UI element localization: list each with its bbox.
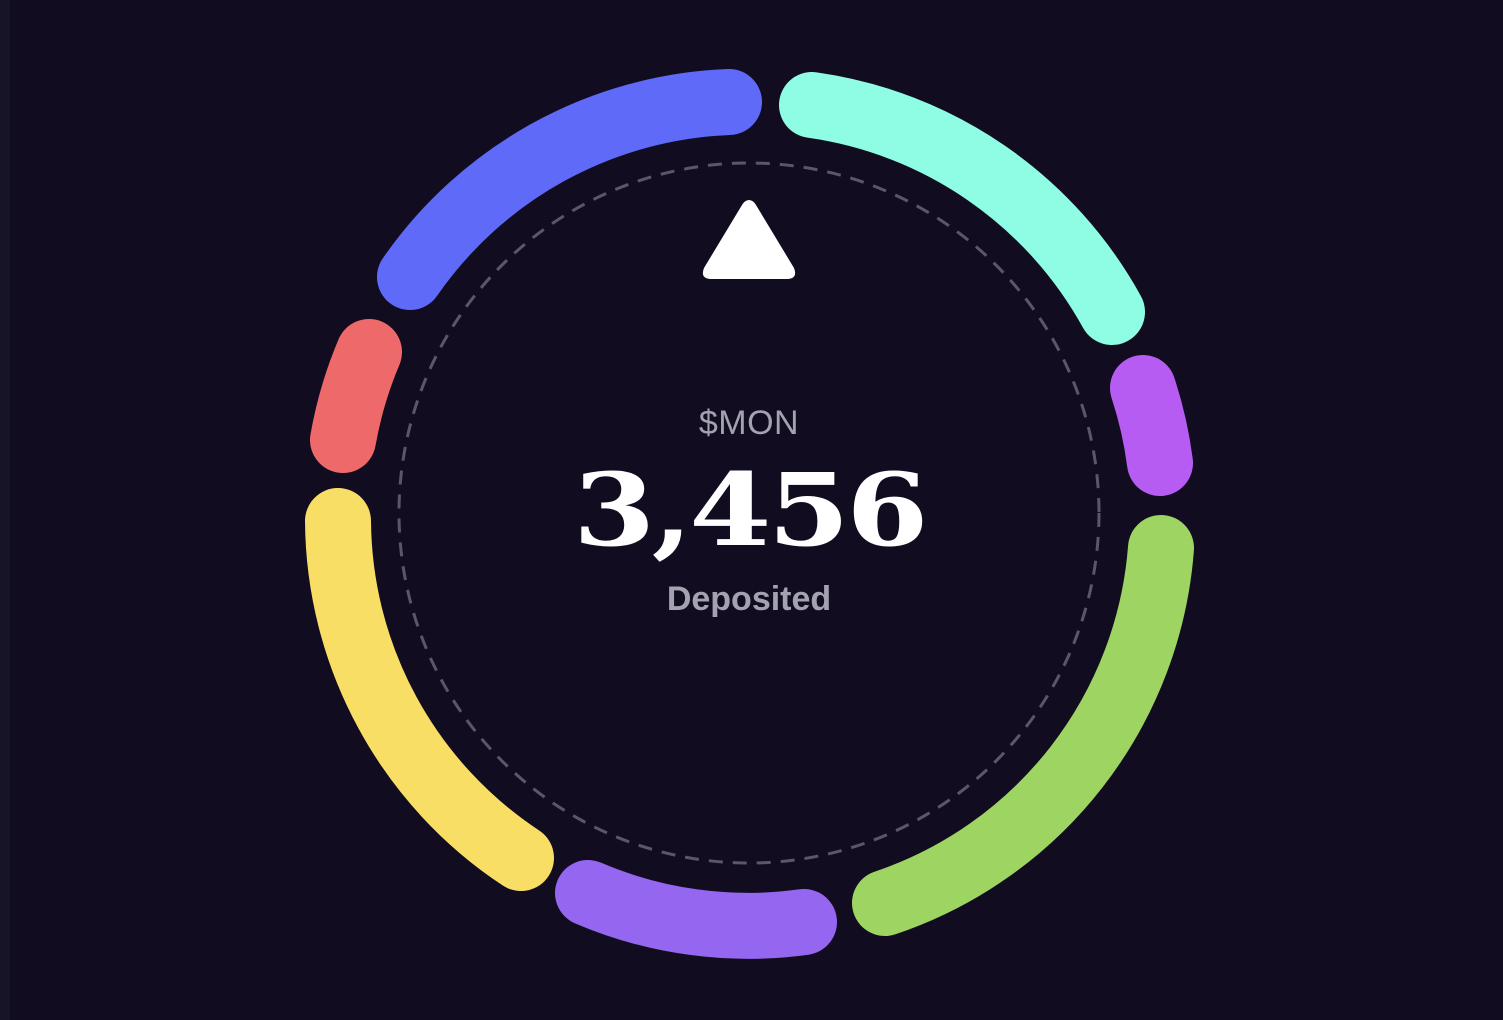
- wheel-segment-blue[interactable]: [377, 69, 762, 310]
- wheel-segment-mint[interactable]: [779, 72, 1145, 345]
- wheel-segment-red[interactable]: [310, 319, 402, 473]
- wheel-segment-violet[interactable]: [555, 860, 837, 959]
- wheel-segment-purple[interactable]: [1110, 355, 1193, 496]
- deposit-wheel-screen: $MON 3,456 Deposited: [0, 0, 1503, 1020]
- triangle-up-icon: [702, 200, 796, 279]
- token-label: $MON: [698, 404, 800, 442]
- wheel-segment-yellow[interactable]: [305, 488, 554, 891]
- status-label: Deposited: [666, 580, 832, 618]
- deposit-amount: 3,456: [573, 451, 928, 569]
